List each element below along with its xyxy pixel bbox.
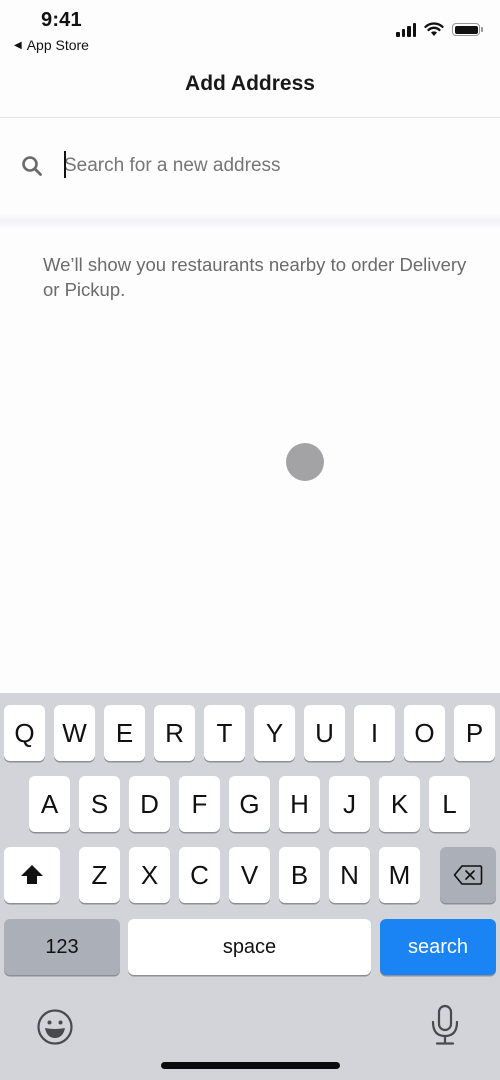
key-d[interactable]: D xyxy=(129,776,170,832)
space-key[interactable]: space xyxy=(128,919,371,975)
key-q[interactable]: Q xyxy=(4,705,45,761)
key-i[interactable]: I xyxy=(354,705,395,761)
back-app-label: App Store xyxy=(26,37,89,53)
key-w[interactable]: W xyxy=(54,705,95,761)
wifi-icon xyxy=(424,22,444,36)
back-to-app-store-link[interactable]: ◀ App Store xyxy=(14,37,89,53)
key-c[interactable]: C xyxy=(179,847,220,903)
search-key[interactable]: search xyxy=(380,919,496,975)
key-l[interactable]: L xyxy=(429,776,470,832)
touch-indicator xyxy=(286,443,324,481)
search-bar xyxy=(0,118,500,214)
key-g[interactable]: G xyxy=(229,776,270,832)
key-m[interactable]: M xyxy=(379,847,420,903)
shift-arrow-icon xyxy=(21,865,43,884)
status-bar: 9:41 ◀ App Store xyxy=(0,0,500,60)
key-t[interactable]: T xyxy=(204,705,245,761)
key-y[interactable]: Y xyxy=(254,705,295,761)
key-o[interactable]: O xyxy=(404,705,445,761)
text-cursor xyxy=(64,151,66,178)
key-n[interactable]: N xyxy=(329,847,370,903)
key-v[interactable]: V xyxy=(229,847,270,903)
signal-icon xyxy=(396,22,416,37)
key-x[interactable]: X xyxy=(129,847,170,903)
shift-key[interactable] xyxy=(4,847,60,903)
key-b[interactable]: B xyxy=(279,847,320,903)
numbers-key[interactable]: 123 xyxy=(4,919,120,975)
key-p[interactable]: P xyxy=(454,705,495,761)
key-z[interactable]: Z xyxy=(79,847,120,903)
section-divider xyxy=(0,214,500,228)
status-icons xyxy=(396,22,483,37)
battery-icon xyxy=(452,23,483,36)
home-indicator[interactable] xyxy=(161,1062,340,1069)
key-h[interactable]: H xyxy=(279,776,320,832)
key-k[interactable]: K xyxy=(379,776,420,832)
page-title: Add Address xyxy=(185,72,315,95)
emoji-icon[interactable] xyxy=(36,1008,74,1046)
key-u[interactable]: U xyxy=(304,705,345,761)
key-f[interactable]: F xyxy=(179,776,220,832)
microphone-icon[interactable] xyxy=(428,1004,462,1046)
hint-text: We’ll show you restaurants nearby to ord… xyxy=(43,254,467,300)
search-icon xyxy=(22,156,42,176)
key-a[interactable]: A xyxy=(29,776,70,832)
key-j[interactable]: J xyxy=(329,776,370,832)
key-e[interactable]: E xyxy=(104,705,145,761)
triangle-left-icon: ◀ xyxy=(14,39,22,51)
address-search-input[interactable] xyxy=(64,150,484,182)
key-s[interactable]: S xyxy=(79,776,120,832)
status-time: 9:41 xyxy=(41,9,82,31)
backspace-icon xyxy=(453,865,483,885)
key-r[interactable]: R xyxy=(154,705,195,761)
delete-key[interactable] xyxy=(440,847,496,903)
